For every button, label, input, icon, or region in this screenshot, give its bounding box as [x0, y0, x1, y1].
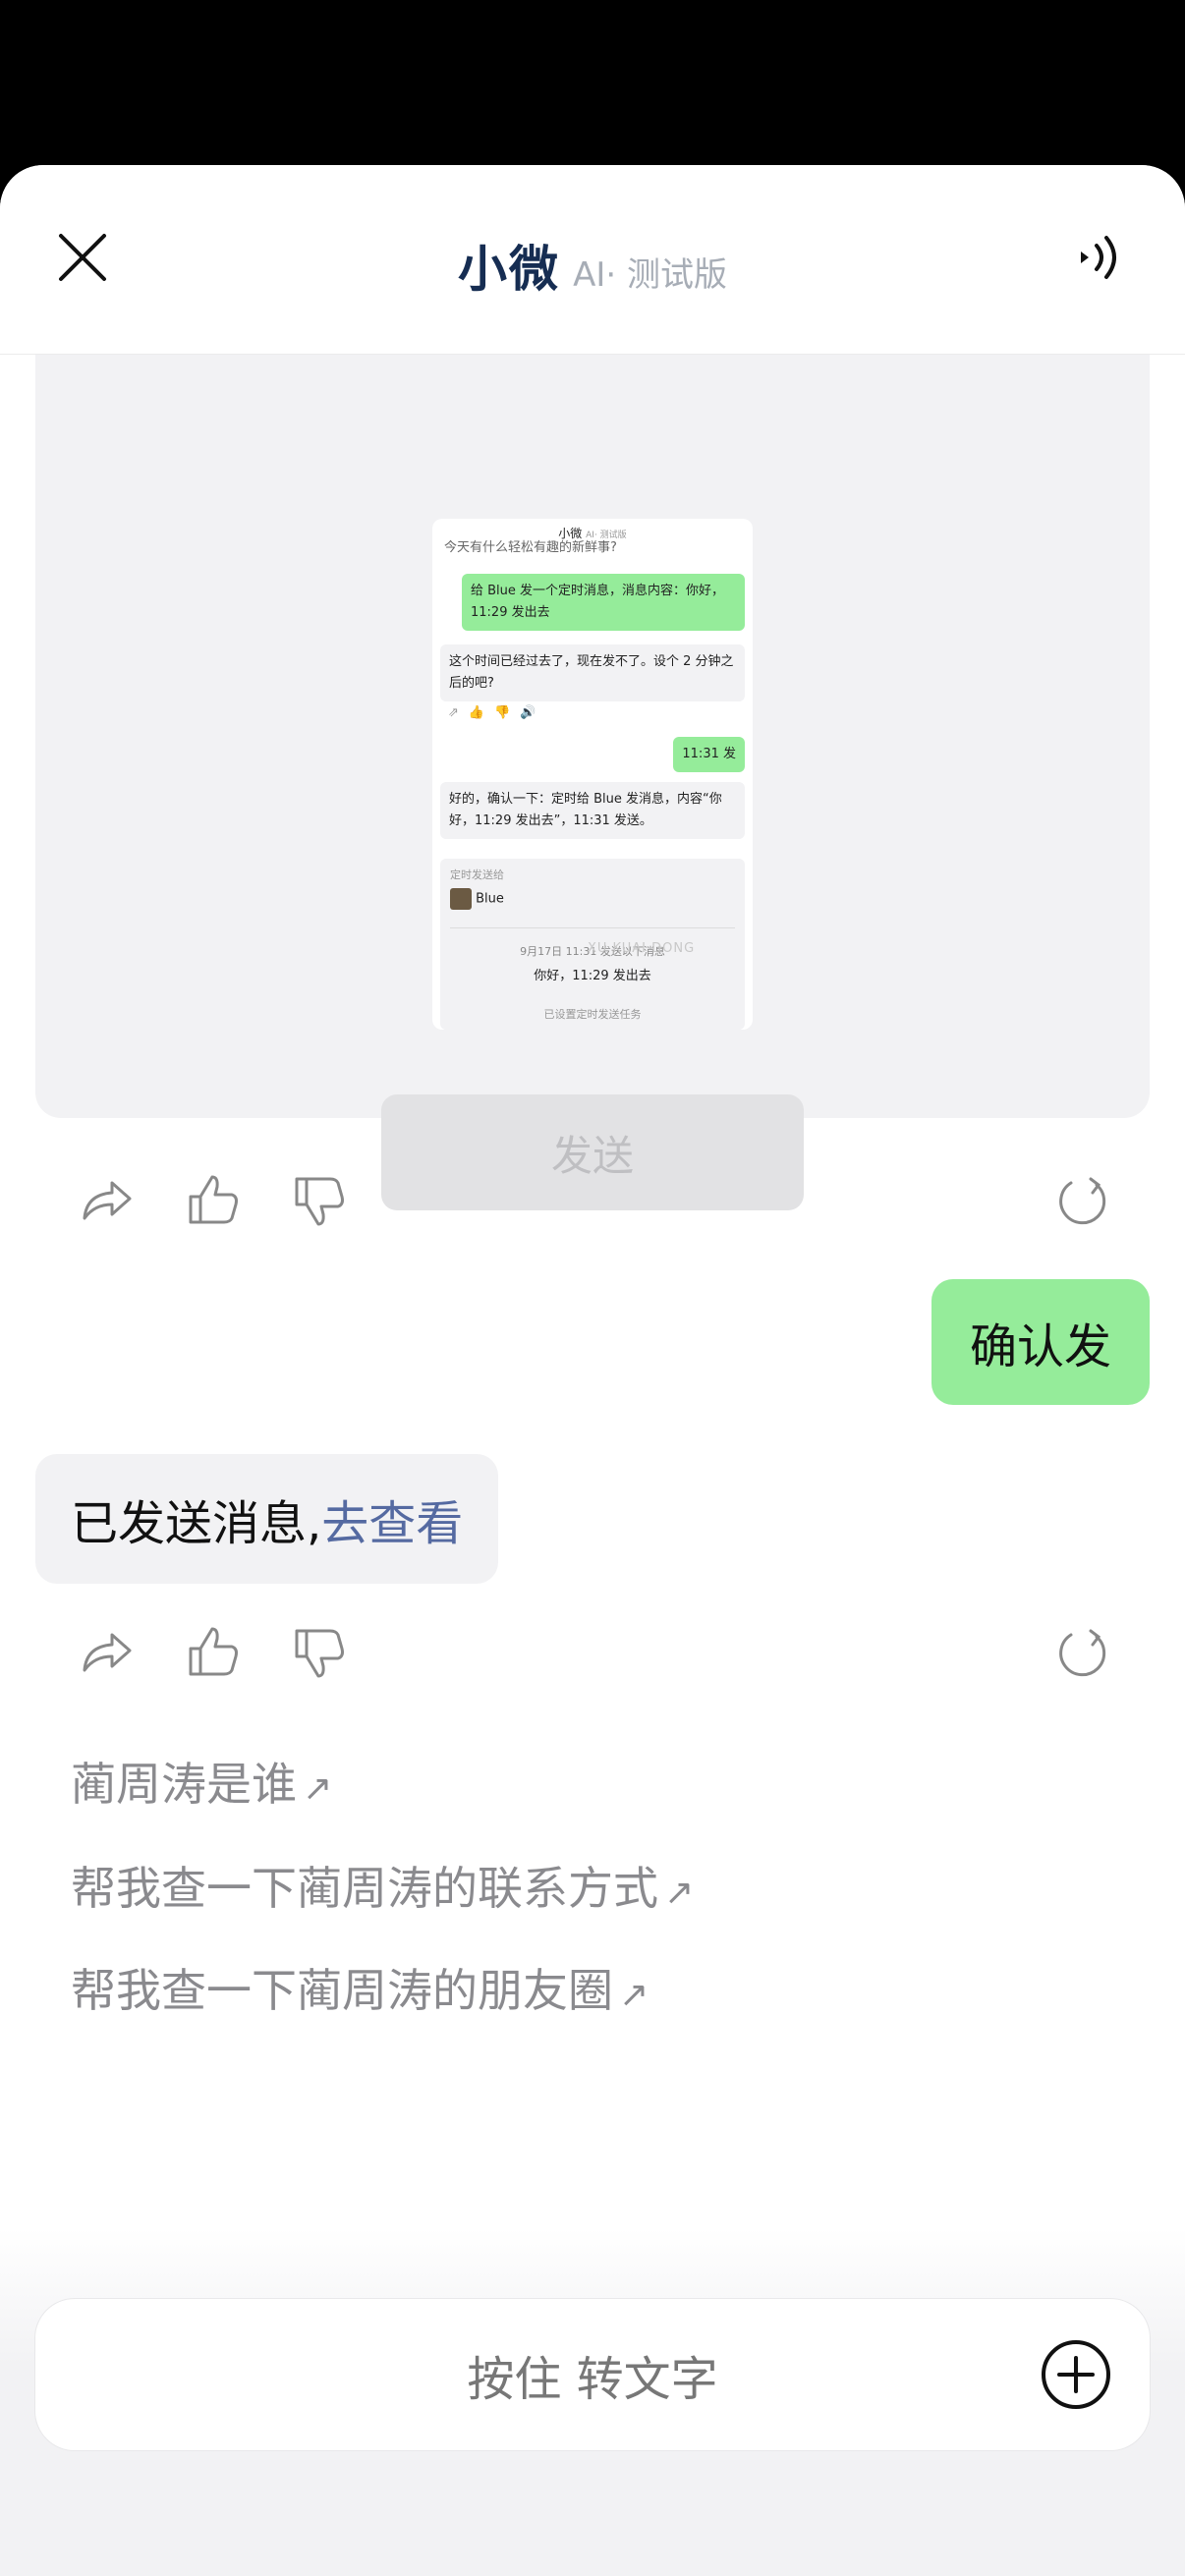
- bot-message: 已发送消息, 去查看: [35, 1454, 499, 1584]
- thumbs-up-icon[interactable]: [177, 1617, 248, 1688]
- image-card: 小微 AI· 测试版 今天有什么轻松有趣的新鲜事? 给 Blue 发一个定时消息…: [35, 312, 1150, 1210]
- suggestion-text: 帮我查一下蔺周涛的朋友圈: [71, 1964, 613, 2017]
- message-actions: [35, 1165, 1150, 1244]
- avatar: [450, 888, 472, 910]
- user-message: 确认发: [931, 1279, 1150, 1405]
- message-actions-2: [35, 1617, 1150, 1696]
- embedded-user-msg: 给 Blue 发一个定时消息，消息内容：你好，11:29 发出去: [462, 574, 745, 631]
- suggestion-item[interactable]: 帮我查一下蔺周涛的联系方式 ↗: [71, 1853, 694, 1918]
- assistant-sheet: 小微 AI· 测试版 小微 AI· 测试版 今天有什么轻松有趣的新鲜事? 给 B…: [0, 165, 1185, 2576]
- sched-content: 你好，11:29 发出去: [534, 969, 651, 983]
- hold-to-talk-button[interactable]: 按住 转文字: [35, 2299, 1150, 2450]
- share-icon[interactable]: [71, 1165, 141, 1236]
- embedded-schedule-card: 定时发送给 Blue 9月17日 11:31 发送以下消息 XU KUAI DO…: [440, 859, 745, 1030]
- sched-contact-name: Blue: [476, 891, 504, 907]
- thumbs-down-icon[interactable]: [283, 1165, 354, 1236]
- title-badge: AI· 测试版: [573, 255, 727, 295]
- plus-circle-icon[interactable]: [1040, 2338, 1112, 2411]
- input-bar: 按住 转文字: [35, 2299, 1150, 2450]
- thumbs-up-icon[interactable]: [177, 1165, 248, 1236]
- arrow-up-right-icon: ↗: [619, 1975, 649, 2015]
- watermark: XU KUAI DONG: [588, 941, 696, 956]
- sched-status: 已设置定时发送任务: [543, 1008, 642, 1021]
- page-title: 小微 AI· 测试版: [0, 230, 1185, 301]
- bot-message-text: 已发送消息,: [71, 1496, 322, 1551]
- share-icon[interactable]: [71, 1617, 141, 1688]
- thumbs-down-icon[interactable]: [283, 1617, 354, 1688]
- title-main: 小微: [458, 241, 560, 298]
- suggestion-text: 帮我查一下蔺周涛的联系方式: [71, 1862, 658, 1915]
- embedded-bot-msg: 这个时间已经过去了，现在发不了。设个 2 分钟之后的吧?: [440, 644, 745, 701]
- suggestion-text: 蔺周涛是谁: [71, 1758, 297, 1811]
- suggestion-item[interactable]: 帮我查一下蔺周涛的朋友圈 ↗: [71, 1955, 649, 2020]
- sched-contact: Blue: [450, 888, 504, 910]
- embedded-bot-msg-2: 好的，确认一下：定时给 Blue 发消息，内容“你好，11:29 发出去”，11…: [440, 782, 745, 839]
- embedded-action-icons: ⇗👍👎🔊: [448, 705, 546, 720]
- refresh-icon[interactable]: [1047, 1617, 1118, 1688]
- arrow-up-right-icon: ↗: [303, 1768, 333, 1809]
- speaker-icon[interactable]: [1067, 226, 1130, 289]
- header: 小微 AI· 测试版: [0, 165, 1185, 355]
- sched-label: 定时发送给: [450, 868, 504, 881]
- embedded-screenshot[interactable]: 小微 AI· 测试版 今天有什么轻松有趣的新鲜事? 给 Blue 发一个定时消息…: [432, 519, 753, 1030]
- arrow-up-right-icon: ↗: [664, 1873, 695, 1913]
- suggestion-item[interactable]: 蔺周涛是谁 ↗: [71, 1749, 332, 1814]
- refresh-icon[interactable]: [1047, 1165, 1118, 1236]
- embedded-question: 今天有什么轻松有趣的新鲜事?: [444, 540, 617, 555]
- view-link[interactable]: 去查看: [321, 1484, 463, 1553]
- embedded-user-msg-2: 11:31 发: [673, 737, 745, 772]
